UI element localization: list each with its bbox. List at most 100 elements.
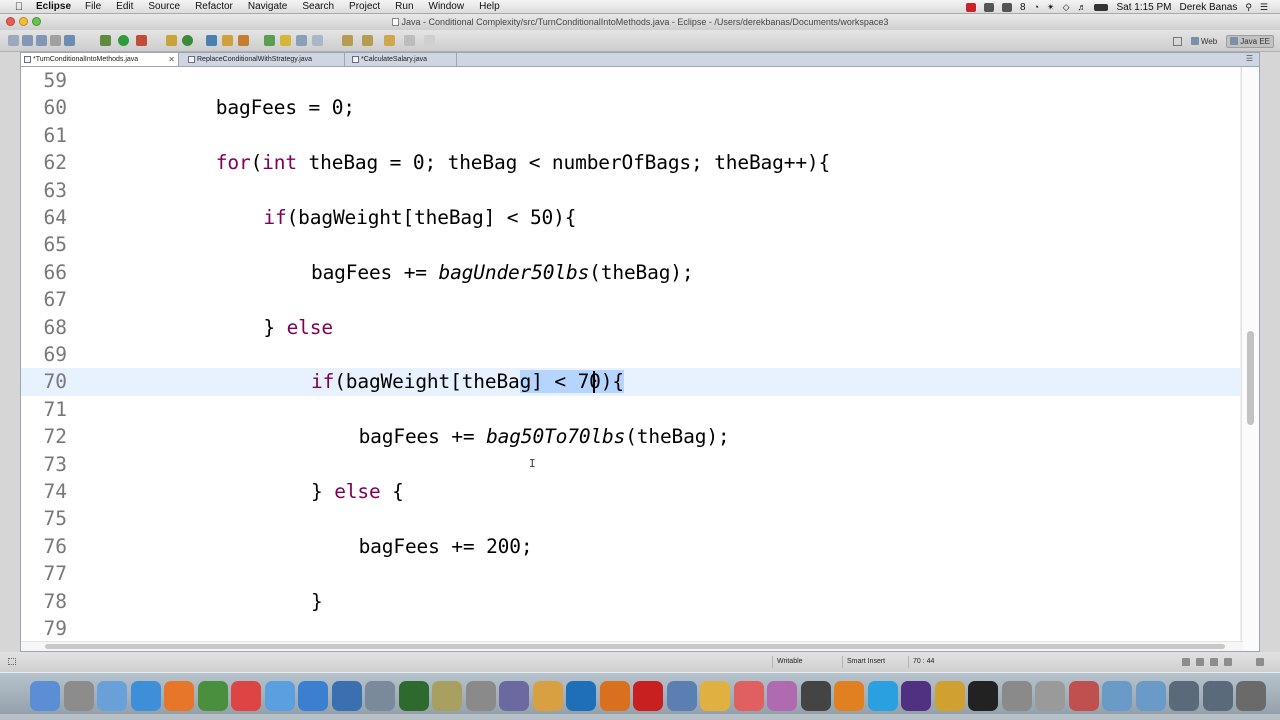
eclipse-icon[interactable] — [901, 681, 931, 711]
firefox-icon[interactable] — [164, 681, 194, 711]
folder-icon[interactable] — [1102, 681, 1132, 711]
image-capture-icon[interactable] — [365, 681, 395, 711]
launchpad-icon[interactable] — [63, 681, 94, 711]
forward-icon[interactable] — [404, 35, 415, 46]
console-icon[interactable] — [1224, 658, 1232, 666]
preview-icon[interactable] — [97, 681, 127, 711]
acrobat-icon[interactable] — [633, 681, 663, 711]
apple-icon[interactable]:  — [12, 1, 26, 13]
vlc-icon[interactable] — [834, 681, 864, 711]
grab-icon[interactable] — [1035, 681, 1065, 711]
code-line[interactable]: 63 — [21, 177, 1243, 204]
code-line[interactable]: 64 if(bagWeight[theBag] < 50){ — [21, 204, 1243, 231]
wifi-icon[interactable]: ◇ — [1063, 2, 1070, 13]
save-all-icon[interactable] — [36, 35, 47, 46]
debug-icon[interactable] — [100, 35, 111, 46]
app-name[interactable]: Eclipse — [36, 1, 71, 12]
code-line[interactable]: 69 — [21, 341, 1243, 368]
horizontal-scroll-thumb[interactable] — [45, 644, 1225, 649]
new-project-icon[interactable] — [166, 35, 177, 46]
run-icon[interactable] — [118, 35, 129, 46]
quicktime-icon[interactable] — [331, 681, 362, 711]
close-tab-icon[interactable]: ✕ — [168, 53, 175, 67]
code-line[interactable]: 74} else { — [21, 478, 1243, 505]
volume-icon[interactable]: ♬ — [1077, 2, 1086, 12]
tab-calculate-salary[interactable]: *CalculateSalary.java — [349, 53, 457, 67]
progress-icon[interactable] — [1182, 658, 1190, 666]
imovie-icon[interactable] — [432, 681, 462, 711]
code-line[interactable]: 65 — [21, 231, 1243, 258]
battery-icon[interactable] — [1094, 3, 1109, 11]
search-tool-icon[interactable] — [238, 35, 249, 46]
app-store-icon[interactable] — [298, 681, 328, 711]
skype-icon[interactable] — [867, 681, 898, 711]
clock[interactable]: Sat 1:15 PM — [1116, 2, 1171, 13]
notification-center-icon[interactable]: ☰ — [1260, 2, 1268, 13]
menu-navigate[interactable]: Navigate — [248, 1, 287, 12]
code-line[interactable]: 73 — [21, 451, 1243, 478]
menu-edit[interactable]: Edit — [116, 1, 133, 12]
new-package-icon[interactable] — [182, 35, 193, 46]
photoshop-icon[interactable] — [566, 681, 596, 711]
tab-turn-conditional-into-methods[interactable]: *TurnConditionalIntoMethods.java ✕ — [21, 53, 179, 67]
code-line[interactable]: 77 — [21, 560, 1243, 587]
calendar-icon[interactable] — [231, 681, 261, 711]
presentation-icon[interactable] — [1068, 681, 1099, 711]
screen-icon-2[interactable] — [1202, 681, 1233, 711]
text-edit-icon[interactable] — [733, 681, 764, 711]
notification-count[interactable]: 8 — [1020, 2, 1026, 13]
run-external-icon[interactable] — [136, 35, 147, 46]
stickies-icon[interactable] — [700, 681, 730, 711]
more-icon[interactable] — [424, 35, 435, 46]
final-cut-icon[interactable] — [800, 681, 831, 711]
close-window-button[interactable] — [6, 17, 15, 26]
problems-icon[interactable] — [1210, 658, 1218, 666]
open-perspective-icon[interactable] — [1172, 36, 1182, 46]
menu-source[interactable]: Source — [148, 1, 180, 12]
print-icon[interactable] — [50, 35, 61, 46]
code-line[interactable]: 60 bagFees = 0; — [21, 94, 1243, 121]
back-icon[interactable] — [384, 35, 395, 46]
horizontal-scrollbar[interactable] — [21, 641, 1243, 651]
server-icon[interactable] — [64, 35, 75, 46]
prev-annotation-icon[interactable] — [362, 35, 373, 46]
evernote-icon[interactable] — [984, 2, 995, 12]
new-icon[interactable] — [8, 35, 19, 46]
game-icon[interactable] — [767, 681, 797, 711]
spotlight-icon[interactable]: ⚲ — [1245, 2, 1252, 13]
screen-icon[interactable] — [1169, 681, 1199, 711]
calculator-icon[interactable] — [1001, 681, 1032, 711]
tab-list-icon[interactable]: ☰ — [1246, 54, 1253, 63]
code-line[interactable]: 62 for(int theBag = 0; theBag < numberOfB… — [21, 149, 1243, 176]
perspective-web[interactable]: Web — [1188, 36, 1220, 47]
code-line[interactable]: 78} — [21, 588, 1243, 615]
menu-run[interactable]: Run — [395, 1, 413, 12]
app-icon[interactable] — [934, 681, 965, 711]
new-class-icon[interactable] — [206, 35, 217, 46]
menu-window[interactable]: Window — [429, 1, 465, 12]
code-line[interactable]: 76 bagFees += 200; — [21, 533, 1243, 560]
brushes-icon[interactable] — [499, 681, 529, 711]
code-line[interactable]: 68} else — [21, 314, 1243, 341]
vertical-scroll-thumb[interactable] — [1247, 331, 1254, 425]
network-utility-icon[interactable] — [666, 681, 697, 711]
minimize-status-icon[interactable] — [1256, 658, 1264, 666]
time-machine-icon[interactable]: ◔ — [1034, 2, 1039, 12]
folder-icon-2[interactable] — [1135, 681, 1166, 711]
vertical-scrollbar[interactable] — [1241, 67, 1259, 651]
itunes-icon[interactable] — [264, 681, 295, 711]
menu-search[interactable]: Search — [302, 1, 334, 12]
dropbox-icon[interactable] — [1002, 2, 1013, 12]
save-icon[interactable] — [22, 35, 33, 46]
code-line[interactable]: 75 — [21, 505, 1243, 532]
trash-icon[interactable] — [1236, 681, 1266, 711]
code-line[interactable]: 72 bagFees += bag50To70lbs(theBag); — [21, 423, 1243, 450]
code-line[interactable]: 67 — [21, 286, 1243, 313]
terminal-icon[interactable] — [968, 681, 998, 711]
camtasia-icon[interactable] — [398, 681, 429, 711]
code-line[interactable]: 66 bagFees += bagUnder50lbs(theBag); — [21, 259, 1243, 286]
user-name[interactable]: Derek Banas — [1180, 2, 1238, 13]
code-line[interactable]: 70 if(bagWeight[theBag] < 70){ — [21, 368, 1243, 396]
illustrator-icon[interactable] — [599, 681, 630, 711]
menu-refactor[interactable]: Refactor — [195, 1, 233, 12]
